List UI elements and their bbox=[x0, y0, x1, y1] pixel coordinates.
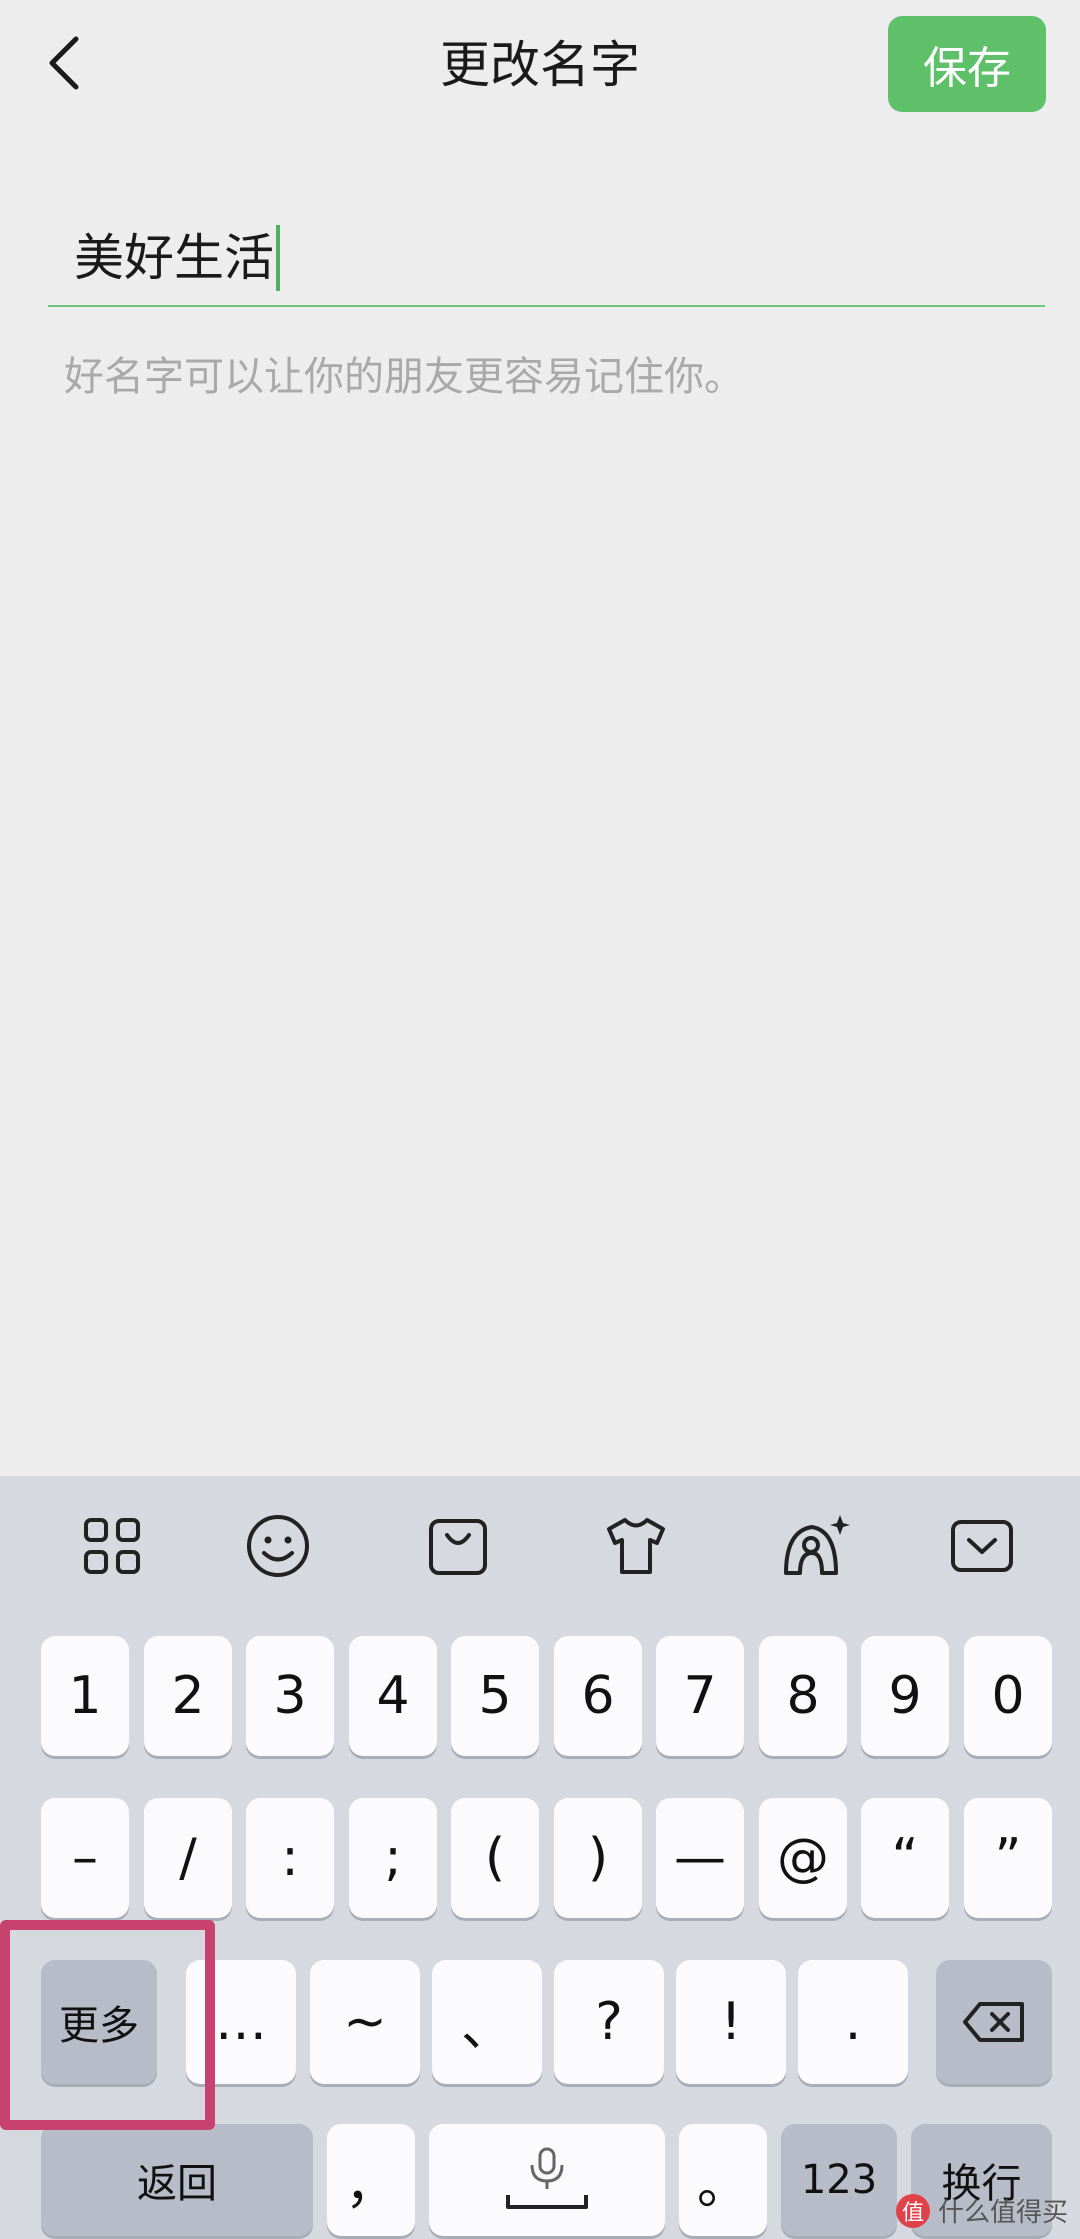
key-right-quote[interactable]: ” bbox=[964, 1798, 1052, 1918]
name-input[interactable]: 美好生活 bbox=[48, 215, 1045, 307]
key-8[interactable]: 8 bbox=[759, 1636, 847, 1756]
key-question[interactable]: ? bbox=[554, 1960, 664, 2084]
key-2[interactable]: 2 bbox=[144, 1636, 232, 1756]
ai-assistant-icon[interactable] bbox=[774, 1506, 854, 1586]
key-tilde[interactable]: ~ bbox=[310, 1960, 420, 2084]
key-0[interactable]: 0 bbox=[964, 1636, 1052, 1756]
key-em-dash[interactable]: — bbox=[656, 1798, 744, 1918]
key-left-paren[interactable]: ( bbox=[451, 1798, 539, 1918]
key-1[interactable]: 1 bbox=[41, 1636, 129, 1756]
name-text: 美好生活 bbox=[74, 229, 274, 287]
key-enumeration-comma[interactable]: 、 bbox=[432, 1960, 542, 2084]
number-mode-key[interactable]: 123 bbox=[781, 2124, 897, 2236]
key-6[interactable]: 6 bbox=[554, 1636, 642, 1756]
emoji-icon[interactable] bbox=[238, 1506, 318, 1586]
top-bar: 更改名字 保存 bbox=[0, 0, 1080, 130]
save-button[interactable]: 保存 bbox=[888, 16, 1046, 112]
keyboard-toolbar bbox=[0, 1476, 1080, 1616]
key-7[interactable]: 7 bbox=[656, 1636, 744, 1756]
grid-icon[interactable] bbox=[72, 1506, 152, 1586]
key-semicolon[interactable]: ; bbox=[349, 1798, 437, 1918]
name-hint-text: 好名字可以让你的朋友更容易记住你。 bbox=[64, 354, 744, 400]
name-input-value: 美好生活 bbox=[74, 225, 280, 291]
return-key[interactable]: 返回 bbox=[41, 2124, 313, 2236]
key-at[interactable]: @ bbox=[759, 1798, 847, 1918]
microphone-icon bbox=[506, 2147, 588, 2209]
key-exclamation[interactable]: ! bbox=[676, 1960, 786, 2084]
backspace-key[interactable] bbox=[936, 1960, 1052, 2084]
key-9[interactable]: 9 bbox=[861, 1636, 949, 1756]
text-cursor bbox=[276, 225, 280, 291]
space-key[interactable] bbox=[429, 2124, 665, 2236]
key-comma[interactable]: ， bbox=[327, 2124, 415, 2236]
key-dash[interactable]: – bbox=[41, 1798, 129, 1918]
key-4[interactable]: 4 bbox=[349, 1636, 437, 1756]
shopping-bag-icon[interactable] bbox=[418, 1506, 498, 1586]
backspace-icon bbox=[963, 2002, 1024, 2042]
key-left-quote[interactable]: “ bbox=[861, 1798, 949, 1918]
key-3[interactable]: 3 bbox=[246, 1636, 334, 1756]
key-5[interactable]: 5 bbox=[451, 1636, 539, 1756]
collapse-keyboard-icon[interactable] bbox=[942, 1506, 1022, 1586]
key-right-paren[interactable]: ) bbox=[554, 1798, 642, 1918]
watermark-text: 什么值得买 bbox=[937, 2198, 1068, 2228]
watermark-badge: 值 bbox=[895, 2193, 930, 2228]
key-slash[interactable]: / bbox=[144, 1798, 232, 1918]
highlight-box bbox=[0, 1920, 215, 2130]
watermark: 值 什么值得买 bbox=[895, 2192, 1068, 2229]
key-full-stop[interactable]: 。 bbox=[679, 2124, 767, 2236]
key-period[interactable]: . bbox=[798, 1960, 908, 2084]
tshirt-icon[interactable] bbox=[596, 1506, 676, 1586]
key-colon[interactable]: : bbox=[246, 1798, 334, 1918]
